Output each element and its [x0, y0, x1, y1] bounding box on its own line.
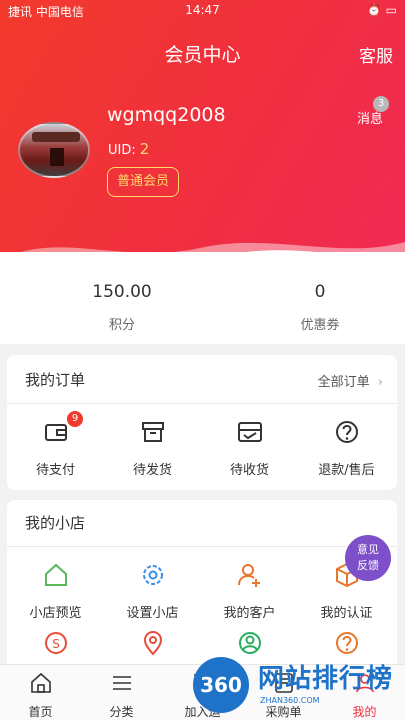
home-icon: [44, 563, 67, 586]
add-user-icon: [237, 564, 260, 587]
points-value: 150.00: [92, 282, 152, 302]
username: wgmqq2008: [107, 104, 226, 126]
watermark-sub: ZHAN360.COM: [260, 696, 320, 705]
order-refund[interactable]: 退款/售后: [298, 419, 395, 478]
order-label: 待支付: [35, 463, 75, 478]
orders-title: 我的订单: [25, 371, 86, 389]
orders-card: 我的订单 全部订单 › 待支付 9 待发货 待收货 退款/售后: [7, 355, 397, 490]
watermark-logo: 360: [193, 657, 249, 713]
shop-preview[interactable]: 小店预览: [7, 562, 104, 621]
avatar-door: [50, 148, 64, 166]
coupons-value: 0: [314, 282, 326, 302]
home-tab-icon: [30, 672, 51, 693]
status-icons: ⏰ ▭: [366, 3, 397, 17]
shop-label: 设置小店: [126, 606, 179, 621]
member-level-badge[interactable]: 普通会员: [107, 167, 179, 197]
shop-label: 小店预览: [29, 606, 82, 621]
order-label: 待发货: [132, 463, 172, 478]
shop-settings[interactable]: 设置小店: [104, 562, 201, 621]
my-customers[interactable]: 我的客户: [201, 562, 298, 621]
feedback-line2: 反馈: [357, 559, 379, 572]
shop-card: 我的小店 小店预览 设置小店 我的客户 我的认证 S: [7, 500, 397, 670]
order-pending-payment[interactable]: 待支付 9: [7, 411, 104, 478]
order-label: 待收货: [229, 463, 269, 478]
chevron-right-icon: ›: [377, 375, 383, 390]
gear-icon: [142, 565, 163, 585]
location-icon[interactable]: [140, 630, 166, 656]
uid-value: 2: [139, 140, 150, 158]
shop-divider: [7, 546, 397, 547]
uid-label: UID:: [108, 143, 136, 158]
box-icon: [141, 422, 164, 442]
tab-label: 首页: [28, 705, 53, 719]
order-to-receive[interactable]: 待收货: [201, 419, 298, 478]
pending-payment-badge: 9: [67, 411, 83, 427]
messages-button[interactable]: 消息: [357, 108, 383, 127]
page-title: 会员中心: [164, 44, 241, 66]
avatar[interactable]: [18, 122, 90, 178]
points-stat[interactable]: 150.00 积分: [72, 282, 172, 333]
status-bar: 捷讯 中国电信 14:47 ⏰ ▭: [0, 0, 405, 22]
feedback-line1: 意见: [357, 543, 379, 556]
truck-icon: [237, 422, 262, 442]
coin-icon[interactable]: S: [43, 630, 69, 656]
tab-label: 分类: [109, 705, 134, 719]
coupons-stat[interactable]: 0 优惠券: [270, 282, 370, 333]
order-label: 退款/售后: [318, 463, 375, 478]
tab-category[interactable]: 分类: [81, 671, 162, 720]
watermark-text: 网站排行榜: [258, 664, 394, 694]
orders-divider: [7, 403, 397, 404]
order-to-ship[interactable]: 待发货: [104, 419, 201, 478]
shop-label: 我的客户: [223, 606, 276, 621]
customer-service-button[interactable]: 客服: [359, 42, 393, 67]
all-orders-link[interactable]: 全部订单 ›: [318, 371, 383, 390]
menu-icon: [112, 676, 131, 690]
coupons-label: 优惠券: [300, 318, 340, 333]
watermark: 360 网站排行榜 ZHAN360.COM: [188, 652, 404, 718]
uid-row: UID: 2: [108, 140, 149, 158]
feedback-button[interactable]: 意见 反馈: [345, 535, 391, 581]
avatar-roof: [32, 132, 80, 142]
shop-title: 我的小店: [25, 514, 86, 532]
question-icon: [335, 421, 358, 443]
all-orders-label: 全部订单: [317, 375, 370, 390]
clock-text: 14:47: [185, 3, 220, 17]
shop-label: 我的认证: [320, 606, 373, 621]
wallet-icon: [44, 424, 67, 441]
points-label: 积分: [108, 318, 135, 333]
tab-home[interactable]: 首页: [0, 671, 81, 720]
svg-text:S: S: [52, 637, 60, 651]
